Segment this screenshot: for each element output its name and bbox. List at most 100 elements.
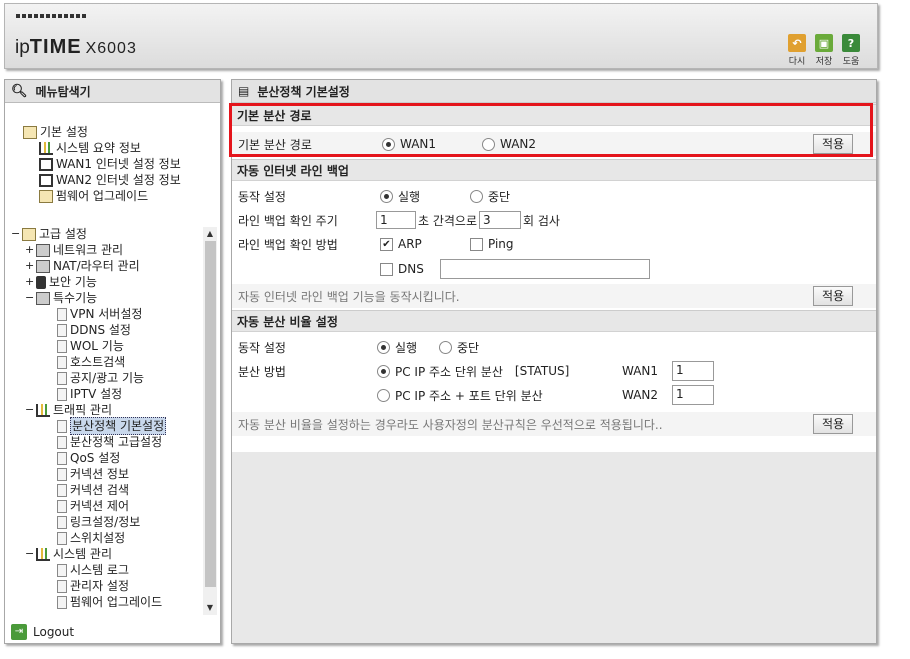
menu-lb-advanced[interactable]: 분산정책 고급설정 bbox=[57, 434, 162, 450]
highlight-box bbox=[229, 103, 873, 157]
undo-icon: ↶ bbox=[788, 34, 806, 52]
expand-icon: + bbox=[25, 243, 35, 256]
radio-backup-off[interactable]: 중단 bbox=[470, 188, 510, 205]
menu-network[interactable]: + 네트워크 관리 bbox=[25, 242, 123, 258]
menu-special[interactable]: − 특수기능 bbox=[25, 290, 97, 306]
apply-backup-button[interactable]: 적용 bbox=[813, 286, 853, 306]
undo-button[interactable]: ↶ 다시 bbox=[786, 34, 808, 67]
checkbox-ping[interactable]: Ping bbox=[470, 237, 514, 251]
menu-security[interactable]: + 보안 기능 bbox=[25, 274, 97, 290]
menu-advanced-settings[interactable]: − 고급 설정 bbox=[11, 226, 87, 242]
menu-system-summary[interactable]: 시스템 요약 정보 bbox=[39, 140, 141, 156]
backup-period-row: 라인 백업 확인 주기 1초 간격으로 3 회 검사 bbox=[232, 208, 876, 232]
menu-iptv[interactable]: IPTV 설정 bbox=[57, 386, 122, 402]
menu-qos[interactable]: QoS 설정 bbox=[57, 450, 120, 466]
save-icon: ▣ bbox=[815, 34, 833, 52]
apply-ratio-button[interactable]: 적용 bbox=[813, 414, 853, 434]
radio-ratio-off[interactable]: 중단 bbox=[439, 339, 479, 356]
save-button[interactable]: ▣ 저장 bbox=[813, 34, 835, 67]
radio-ip-based[interactable]: PC IP 주소 단위 분산 [STATUS] bbox=[377, 363, 569, 380]
menu-label: 네트워크 관리 bbox=[53, 243, 124, 257]
help-button[interactable]: ? 도움 bbox=[840, 34, 862, 67]
menu-ddns[interactable]: DDNS 설정 bbox=[57, 322, 131, 338]
menu-traffic[interactable]: − 트래픽 관리 bbox=[25, 402, 112, 418]
checkbox-label: ARP bbox=[398, 237, 422, 251]
radio-backup-on[interactable]: 실행 bbox=[380, 188, 420, 205]
scroll-thumb[interactable] bbox=[205, 241, 216, 587]
menu-system-log[interactable]: 시스템 로그 bbox=[57, 562, 129, 578]
scroll-up-icon[interactable]: ▲ bbox=[203, 227, 217, 241]
logout-button[interactable]: ⇥ Logout bbox=[11, 624, 74, 640]
search-icon: 🔍︎ bbox=[11, 83, 28, 99]
status-label: [STATUS] bbox=[514, 364, 570, 378]
scroll-down-icon[interactable]: ▼ bbox=[203, 601, 217, 615]
page-icon bbox=[57, 323, 67, 337]
dns-input[interactable] bbox=[440, 259, 650, 279]
menu-firmware-upgrade[interactable]: 펌웨어 업그레이드 bbox=[57, 594, 162, 610]
checkbox-label: Ping bbox=[488, 237, 514, 251]
menu-wan2-info[interactable]: WAN2 인터넷 설정 정보 bbox=[39, 172, 181, 188]
menu-label: 기본 설정 bbox=[40, 125, 88, 139]
help-label: 도움 bbox=[842, 57, 860, 67]
menu-wan1-info[interactable]: WAN1 인터넷 설정 정보 bbox=[39, 156, 181, 172]
logo-dot bbox=[76, 14, 80, 18]
model-name: X6003 bbox=[85, 40, 137, 57]
checkbox-arp[interactable]: ✔ ARP bbox=[380, 237, 422, 251]
checkbox-icon bbox=[380, 262, 393, 276]
menu-firmware-upgrade-basic[interactable]: 펌웨어 업그레이드 bbox=[39, 188, 148, 204]
menu-notice[interactable]: 공지/광고 기능 bbox=[57, 370, 144, 386]
menu-switch-settings[interactable]: 스위치설정 bbox=[57, 530, 125, 546]
menu-conn-search[interactable]: 커넥션 검색 bbox=[57, 482, 129, 498]
checkbox-label: DNS bbox=[398, 262, 424, 276]
checkbox-dns[interactable]: DNS bbox=[380, 262, 424, 276]
menu-label: 커넥션 검색 bbox=[70, 483, 130, 497]
menu-label: WAN1 인터넷 설정 정보 bbox=[56, 157, 181, 171]
radio-label: 중단 bbox=[488, 189, 511, 204]
ratio-method-label: 분산 방법 bbox=[238, 364, 286, 379]
expand-icon: + bbox=[25, 275, 35, 288]
traffic-icon bbox=[36, 403, 50, 417]
radio-label: 실행 bbox=[395, 340, 418, 355]
app-header: ipTIME X6003 ↶ 다시 ▣ 저장 ? 도움 bbox=[4, 3, 878, 69]
menu-nat-router[interactable]: + NAT/라우터 관리 bbox=[25, 258, 140, 274]
page-title: 분산정책 기본설정 bbox=[257, 84, 350, 99]
radio-ratio-on[interactable]: 실행 bbox=[377, 339, 417, 356]
wan2-ratio-input[interactable]: 1 bbox=[672, 385, 714, 405]
wan1-ratio-input[interactable]: 1 bbox=[672, 361, 714, 381]
folder-icon bbox=[22, 227, 36, 241]
menu-explorer-header: 🔍︎ 메뉴탐색기 bbox=[5, 80, 220, 103]
logout-label: Logout bbox=[33, 625, 75, 639]
main-panel: ▤ 분산정책 기본설정 기본 분산 경로 기본 분산 경로 WAN1 WAN2 … bbox=[231, 79, 877, 644]
menu-system[interactable]: − 시스템 관리 bbox=[25, 546, 112, 562]
logo-bold: TIME bbox=[29, 36, 82, 58]
menu-link-settings[interactable]: 링크설정/정보 bbox=[57, 514, 140, 530]
backup-count-input[interactable]: 3 bbox=[479, 211, 522, 229]
radio-ip-port-based[interactable]: PC IP 주소 + 포트 단위 분산 bbox=[377, 387, 543, 404]
menu-vpn[interactable]: VPN 서버설정 bbox=[57, 306, 142, 322]
logo-dot bbox=[22, 14, 26, 18]
folder-icon bbox=[23, 125, 37, 139]
collapse-icon: − bbox=[11, 227, 21, 240]
page-icon bbox=[57, 595, 67, 609]
menu-scrollbar[interactable]: ▲ ▼ bbox=[203, 227, 217, 615]
collapse-icon: − bbox=[25, 547, 35, 560]
brand-logo bbox=[16, 14, 86, 18]
backup-interval-input[interactable]: 1 bbox=[376, 211, 416, 229]
router-icon bbox=[36, 259, 50, 273]
menu-lb-basic[interactable]: 분산정책 기본설정 bbox=[57, 417, 167, 435]
menu-label: 시스템 로그 bbox=[70, 563, 130, 577]
menu-label: 공지/광고 기능 bbox=[70, 371, 145, 385]
menu-basic-settings[interactable]: 기본 설정 bbox=[23, 124, 88, 140]
page-icon bbox=[57, 499, 67, 513]
menu-wol[interactable]: WOL 기능 bbox=[57, 338, 124, 354]
page-icon bbox=[57, 579, 67, 593]
radio-icon bbox=[377, 388, 390, 402]
menu-conn-info[interactable]: 커넥션 정보 bbox=[57, 466, 129, 482]
menu-conn-control[interactable]: 커넥션 제어 bbox=[57, 498, 129, 514]
page-icon: ▤ bbox=[238, 84, 250, 98]
menu-admin[interactable]: 관리자 설정 bbox=[57, 578, 129, 594]
lock-icon bbox=[36, 275, 46, 289]
radio-label: PC IP 주소 단위 분산 bbox=[395, 364, 503, 379]
menu-label: QoS 설정 bbox=[70, 451, 121, 465]
menu-host-search[interactable]: 호스트검색 bbox=[57, 354, 125, 370]
